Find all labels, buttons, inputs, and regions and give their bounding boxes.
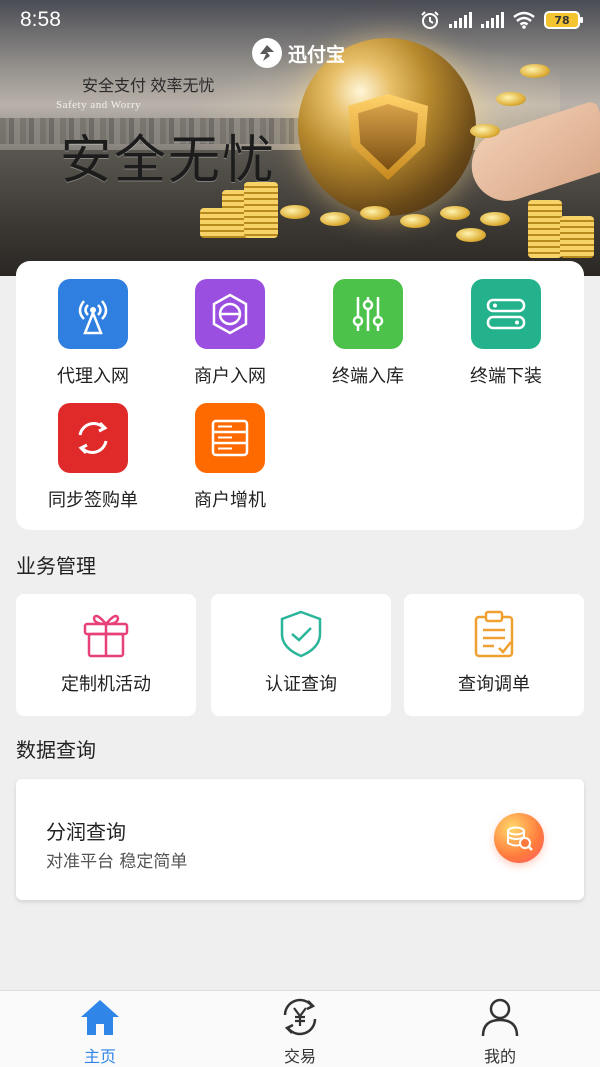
quick-action-label: 商户增机 (194, 490, 266, 511)
nav-transactions[interactable]: 交易 (200, 991, 400, 1067)
profit-share-query-card[interactable]: 分润查询 对准平台 稳定简单 (16, 779, 584, 900)
gift-icon (83, 614, 129, 658)
sliders-icon (333, 279, 403, 349)
person-icon (481, 998, 519, 1037)
sync-icon (58, 403, 128, 473)
coin (470, 124, 500, 138)
nav-label: 主页 (83, 1047, 116, 1066)
quick-actions-card: 代理入网 商户入网 终端入库 终端下装 同步签购单 商户增机 (16, 261, 584, 530)
profit-share-title: 分润查询 (46, 820, 126, 844)
bottom-nav: 主页 交易 我的 (0, 990, 600, 1067)
shield-check-icon (280, 610, 322, 658)
status-icons: 78 (420, 10, 583, 30)
quick-action-label: 代理入网 (57, 366, 129, 387)
business-section-title: 业务管理 (16, 554, 96, 578)
coin (400, 214, 430, 228)
coin-stack (560, 216, 594, 258)
nav-home[interactable]: 主页 (0, 991, 200, 1067)
signal-tower-icon (58, 279, 128, 349)
battery-level: 78 (554, 13, 570, 27)
battery-icon: 78 (544, 11, 583, 29)
storage-icon (195, 403, 265, 473)
quick-action-label: 商户入网 (194, 366, 266, 387)
quick-action-label: 终端下装 (470, 366, 542, 387)
quick-action-sync-receipt[interactable]: 同步签购单 (23, 403, 163, 512)
status-bar: 8:58 78 (0, 0, 600, 40)
yuan-exchange-icon (283, 998, 317, 1036)
coin (440, 206, 470, 220)
biz-card-custom-activity[interactable]: 定制机活动 (16, 594, 196, 716)
quick-action-merchant-onboarding[interactable]: 商户入网 (160, 279, 300, 388)
wifi-icon (513, 11, 535, 29)
brand-name: 迅付宝 (288, 44, 346, 66)
brand: 迅付宝 (252, 38, 345, 68)
quick-action-label: 终端入库 (332, 366, 404, 387)
coin (320, 212, 350, 226)
clipboard-icon (474, 610, 514, 658)
merchant-e-icon (195, 279, 265, 349)
home-icon (81, 1000, 119, 1035)
biz-card-label: 查询调单 (458, 674, 530, 695)
coin (496, 92, 526, 106)
quick-action-merchant-add-device[interactable]: 商户增机 (160, 403, 300, 512)
quick-action-agent-onboarding[interactable]: 代理入网 (23, 279, 163, 388)
nav-label: 交易 (283, 1047, 316, 1066)
coin (456, 228, 486, 242)
coin (480, 212, 510, 226)
quick-action-terminal-download[interactable]: 终端下装 (436, 279, 576, 388)
banner[interactable]: 迅付宝 安全支付 效率无忧 Safety and Worry 安全无忧 (0, 0, 600, 276)
signal-icon (449, 12, 472, 28)
banner-slogan-en: Safety and Worry (56, 99, 142, 111)
profit-share-subtitle: 对准平台 稳定简单 (46, 852, 188, 872)
coin (360, 206, 390, 220)
biz-card-auth-query[interactable]: 认证查询 (211, 594, 391, 716)
coin (280, 205, 310, 219)
biz-card-query-adjust[interactable]: 查询调单 (404, 594, 584, 716)
banner-slogan: 安全支付 效率无忧 (82, 78, 215, 95)
signal-icon (481, 12, 504, 28)
database-search-icon (494, 813, 544, 863)
data-section-title: 数据查询 (16, 738, 96, 762)
alarm-icon (421, 11, 439, 29)
biz-card-label: 定制机活动 (61, 674, 151, 695)
coin (520, 64, 550, 78)
nav-profile[interactable]: 我的 (400, 991, 600, 1067)
quick-action-label: 同步签购单 (48, 490, 138, 511)
banner-title: 安全无忧 (60, 131, 277, 191)
server-icon (471, 279, 541, 349)
quick-action-terminal-stock-in[interactable]: 终端入库 (298, 279, 438, 388)
status-time: 8:58 (20, 8, 61, 31)
biz-card-label: 认证查询 (265, 674, 337, 695)
nav-label: 我的 (483, 1047, 516, 1066)
brand-logo-icon (252, 38, 282, 68)
coin-stack (528, 200, 562, 258)
